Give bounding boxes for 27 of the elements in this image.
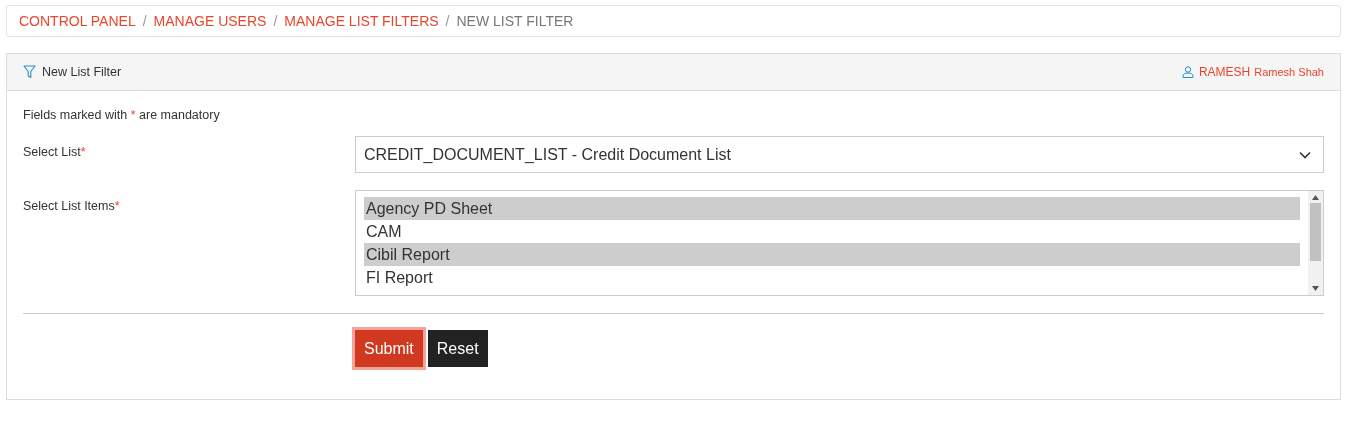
user-code: RAMESH (1198, 65, 1251, 79)
scroll-down-icon[interactable] (1312, 286, 1319, 291)
breadcrumb-separator: / (142, 13, 147, 29)
list-select[interactable]: CREDIT_DOCUMENT_LIST - Credit Document List (355, 136, 1324, 173)
breadcrumb-link[interactable]: MANAGE USERS (153, 13, 267, 29)
chevron-down-icon (1299, 150, 1311, 159)
field-label: Select List* (23, 144, 87, 159)
field-label: Select List Items* (23, 198, 121, 213)
panel-title: New List Filter (42, 65, 122, 79)
list-items-box[interactable]: Agency PD Sheet CAM Cibil Report FI Report (355, 190, 1324, 296)
breadcrumb-separator: / (445, 13, 450, 29)
list-option[interactable]: Cibil Report (364, 243, 1300, 266)
filter-icon (23, 65, 36, 79)
list-option[interactable]: FI Report (364, 266, 1300, 289)
scroll-up-icon[interactable] (1312, 195, 1319, 200)
breadcrumb-separator: / (273, 13, 278, 29)
list-option[interactable]: Agency PD Sheet (364, 197, 1300, 220)
user-icon (1181, 66, 1194, 78)
mandatory-note: Fields marked with * are mandatory (23, 108, 221, 122)
user-name: Ramesh Shah (1254, 66, 1324, 78)
list-option[interactable]: CAM (364, 220, 1300, 243)
submit-button[interactable]: Submit (355, 330, 423, 367)
reset-button[interactable]: Reset (427, 330, 488, 367)
breadcrumb-link[interactable]: MANAGE LIST FILTERS (284, 13, 439, 29)
breadcrumb-current: NEW LIST FILTER (456, 13, 574, 29)
scrollbar[interactable] (1308, 191, 1323, 295)
breadcrumb-link[interactable]: CONTROL PANEL (19, 13, 136, 29)
